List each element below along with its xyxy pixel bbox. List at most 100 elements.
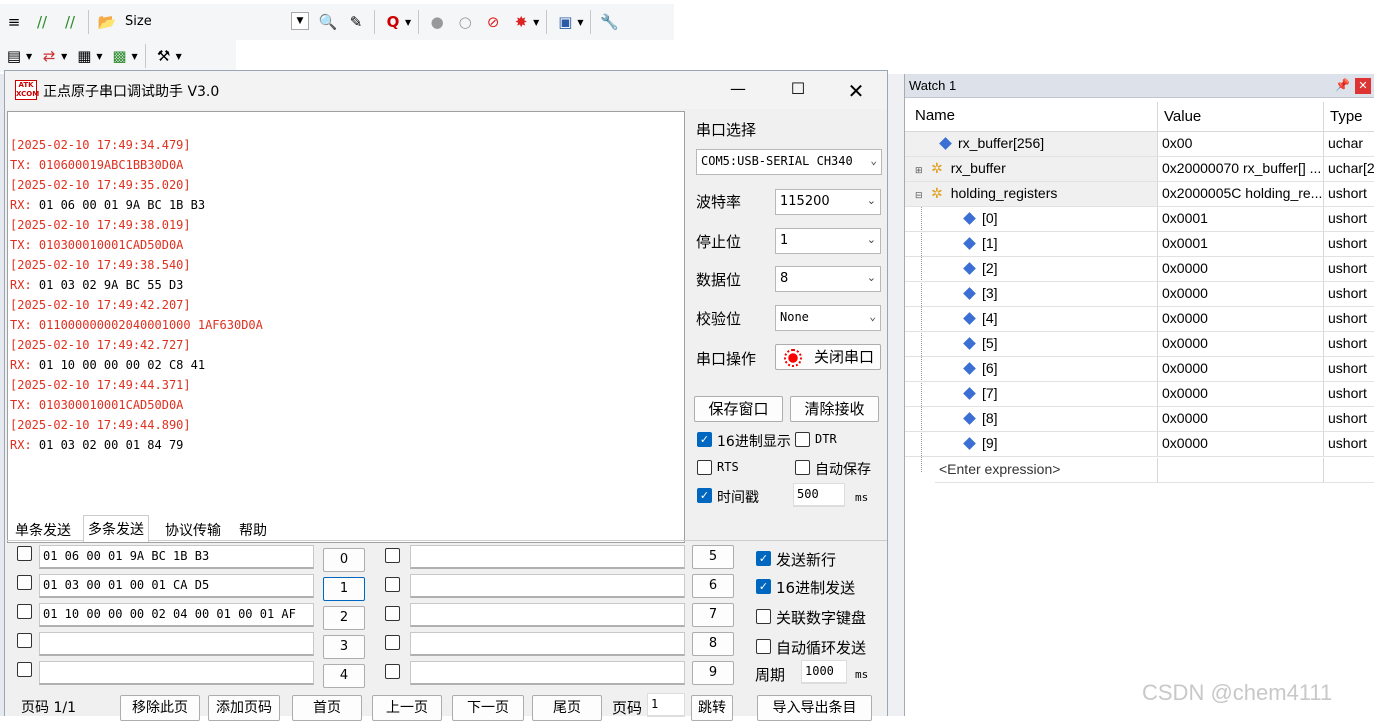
minimize-button[interactable]: — [723, 79, 753, 101]
chip-icon[interactable]: ▩ [108, 45, 130, 67]
rts-checkbox[interactable] [697, 460, 712, 475]
watch-value-cell[interactable]: 0x0000 [1157, 332, 1323, 357]
watch-row[interactable]: [9] 0x0000 ushort [905, 432, 1374, 457]
watch-value-cell[interactable]: 0x0000 [1157, 407, 1323, 432]
multi-right-checkbox[interactable] [385, 664, 400, 679]
tab-protocol[interactable]: 协议传输 [161, 517, 225, 541]
watch-row[interactable]: [2] 0x0000 ushort [905, 257, 1374, 282]
multi-left-input[interactable]: 01 10 00 00 00 02 04 00 01 00 01 AF [39, 603, 314, 627]
watch-row[interactable]: ⊞ ✲ rx_buffer 0x20000070 rx_buffer[] ... uch… [905, 157, 1374, 182]
window-splitter[interactable] [888, 74, 904, 716]
multi-left-checkbox[interactable] [17, 633, 32, 648]
multi-right-input[interactable] [410, 574, 685, 598]
watch-value-cell[interactable]: 0x0001 [1157, 207, 1323, 232]
multi-left-input[interactable] [39, 661, 314, 685]
multi-right-input[interactable] [410, 545, 685, 569]
tab-multi-send[interactable]: 多条发送 [83, 515, 149, 542]
expand-icon[interactable]: ⊞ [915, 165, 925, 176]
multi-right-send-button[interactable]: 6 [692, 574, 734, 598]
build-icon[interactable]: ▤ [3, 45, 25, 67]
multi-right-send-button[interactable]: 5 [692, 545, 734, 569]
watch-row[interactable]: ⊟ ✲ holding_registers 0x2000005C holding_re… [905, 182, 1374, 207]
clear-receive-button[interactable]: 清除接收 [790, 396, 879, 422]
watch-value-cell[interactable]: 0x0000 [1157, 357, 1323, 382]
dtr-checkbox[interactable] [795, 432, 810, 447]
prev-page-button[interactable]: 上一页 [372, 695, 442, 721]
col-value-header[interactable]: Value [1157, 102, 1323, 132]
multi-left-send-button[interactable]: 4 [323, 664, 365, 688]
enter-expression-row[interactable]: <Enter expression> [905, 458, 1374, 483]
watch-value-cell[interactable]: 0x0000 [1157, 432, 1323, 457]
multi-left-input[interactable] [39, 632, 314, 656]
add-page-button[interactable]: 添加页码 [208, 695, 280, 721]
breakpoint-options-icon[interactable]: ✸ [510, 11, 532, 33]
maximize-button[interactable]: ☐ [783, 79, 813, 101]
watch-row[interactable]: [8] 0x0000 ushort [905, 407, 1374, 432]
hex-display-checkbox[interactable]: ✓ [697, 432, 712, 447]
kill-breakpoints-icon[interactable]: ⊘ [482, 11, 504, 33]
multi-right-checkbox[interactable] [385, 577, 400, 592]
link-keypad-checkbox[interactable] [756, 609, 771, 624]
window-layout-icon[interactable]: ▣ [554, 11, 576, 33]
indent-icon[interactable]: ≡ [3, 11, 25, 33]
breakpoint-disabled-icon[interactable]: ○ [454, 11, 476, 33]
watch-value-cell[interactable]: 0x0000 [1157, 282, 1323, 307]
multi-right-send-button[interactable]: 8 [692, 632, 734, 656]
multi-right-input[interactable] [410, 632, 685, 656]
receive-area[interactable]: [2025-02-10 17:49:34.479] TX: 010600019AB… [7, 111, 685, 543]
remove-page-button[interactable]: 移除此页 [120, 695, 200, 721]
multi-left-send-button[interactable]: 0 [323, 548, 365, 572]
watch-close-icon[interactable]: ✕ [1355, 78, 1371, 94]
wrench-icon[interactable]: 🔧 [598, 11, 620, 33]
watch-row[interactable]: [5] 0x0000 ushort [905, 332, 1374, 357]
watch-row[interactable]: rx_buffer[256] 0x00 uchar [905, 132, 1374, 157]
multi-left-input[interactable]: 01 03 00 01 00 01 CA D5 [39, 574, 314, 598]
watch-row[interactable]: [6] 0x0000 ushort [905, 357, 1374, 382]
baud-combo[interactable]: 115200 ⌄ [775, 189, 881, 215]
timestamp-ms-input[interactable]: 500 [793, 483, 845, 507]
watch-row[interactable]: [0] 0x0001 ushort [905, 207, 1374, 232]
send-newline-checkbox[interactable]: ✓ [756, 551, 771, 566]
multi-left-input[interactable]: 01 06 00 01 9A BC 1B B3 [39, 545, 314, 569]
multi-left-checkbox[interactable] [17, 662, 32, 677]
multi-left-send-button[interactable]: 3 [323, 635, 365, 659]
last-page-button[interactable]: 尾页 [532, 695, 602, 721]
comment-icon[interactable]: // [31, 11, 53, 33]
multi-left-checkbox[interactable] [17, 604, 32, 619]
hex-send-checkbox[interactable]: ✓ [756, 579, 771, 594]
enter-expression[interactable]: <Enter expression> [935, 458, 1157, 483]
watch-row[interactable]: [4] 0x0000 ushort [905, 307, 1374, 332]
auto-cycle-checkbox[interactable] [756, 639, 771, 654]
find-icon[interactable]: 🔍 [317, 11, 339, 33]
import-export-button[interactable]: 导入导出条目 [757, 695, 872, 721]
multi-right-input[interactable] [410, 603, 685, 627]
debug-icon[interactable]: Q [382, 11, 404, 33]
multi-right-send-button[interactable]: 7 [692, 603, 734, 627]
watch-value-cell[interactable]: 0x0001 [1157, 232, 1323, 257]
multi-left-send-button[interactable]: 1 [323, 577, 365, 601]
multi-right-checkbox[interactable] [385, 606, 400, 621]
page-number-input[interactable]: 1 [647, 693, 685, 717]
watch-value-cell[interactable]: 0x0000 [1157, 307, 1323, 332]
col-type-header[interactable]: Type [1323, 102, 1374, 132]
watch-row[interactable]: [3] 0x0000 ushort [905, 282, 1374, 307]
watch-value-cell[interactable]: 0x20000070 rx_buffer[] ... [1157, 157, 1323, 182]
tab-single-send[interactable]: 单条发送 [11, 517, 75, 541]
port-combo[interactable]: COM5:USB-SERIAL CH340 ⌄ [696, 149, 882, 175]
next-page-button[interactable]: 下一页 [452, 695, 524, 721]
watch-row[interactable]: [1] 0x0001 ushort [905, 232, 1374, 257]
size-combo[interactable]: Size ▼ [125, 11, 309, 33]
jump-button[interactable]: 跳转 [691, 695, 733, 721]
multi-right-checkbox[interactable] [385, 635, 400, 650]
tab-help[interactable]: 帮助 [235, 517, 271, 541]
watch-value-cell[interactable]: 0x2000005C holding_re... [1157, 182, 1323, 207]
multi-left-checkbox[interactable] [17, 575, 32, 590]
pin-icon[interactable]: 📌 [1335, 78, 1350, 92]
close-button[interactable]: ✕ [841, 79, 871, 103]
multi-right-checkbox[interactable] [385, 548, 400, 563]
col-name-header[interactable]: Name [915, 104, 955, 130]
first-page-button[interactable]: 首页 [292, 695, 362, 721]
multi-left-send-button[interactable]: 2 [323, 606, 365, 630]
multi-right-send-button[interactable]: 9 [692, 661, 734, 685]
period-input[interactable]: 1000 [801, 660, 847, 684]
